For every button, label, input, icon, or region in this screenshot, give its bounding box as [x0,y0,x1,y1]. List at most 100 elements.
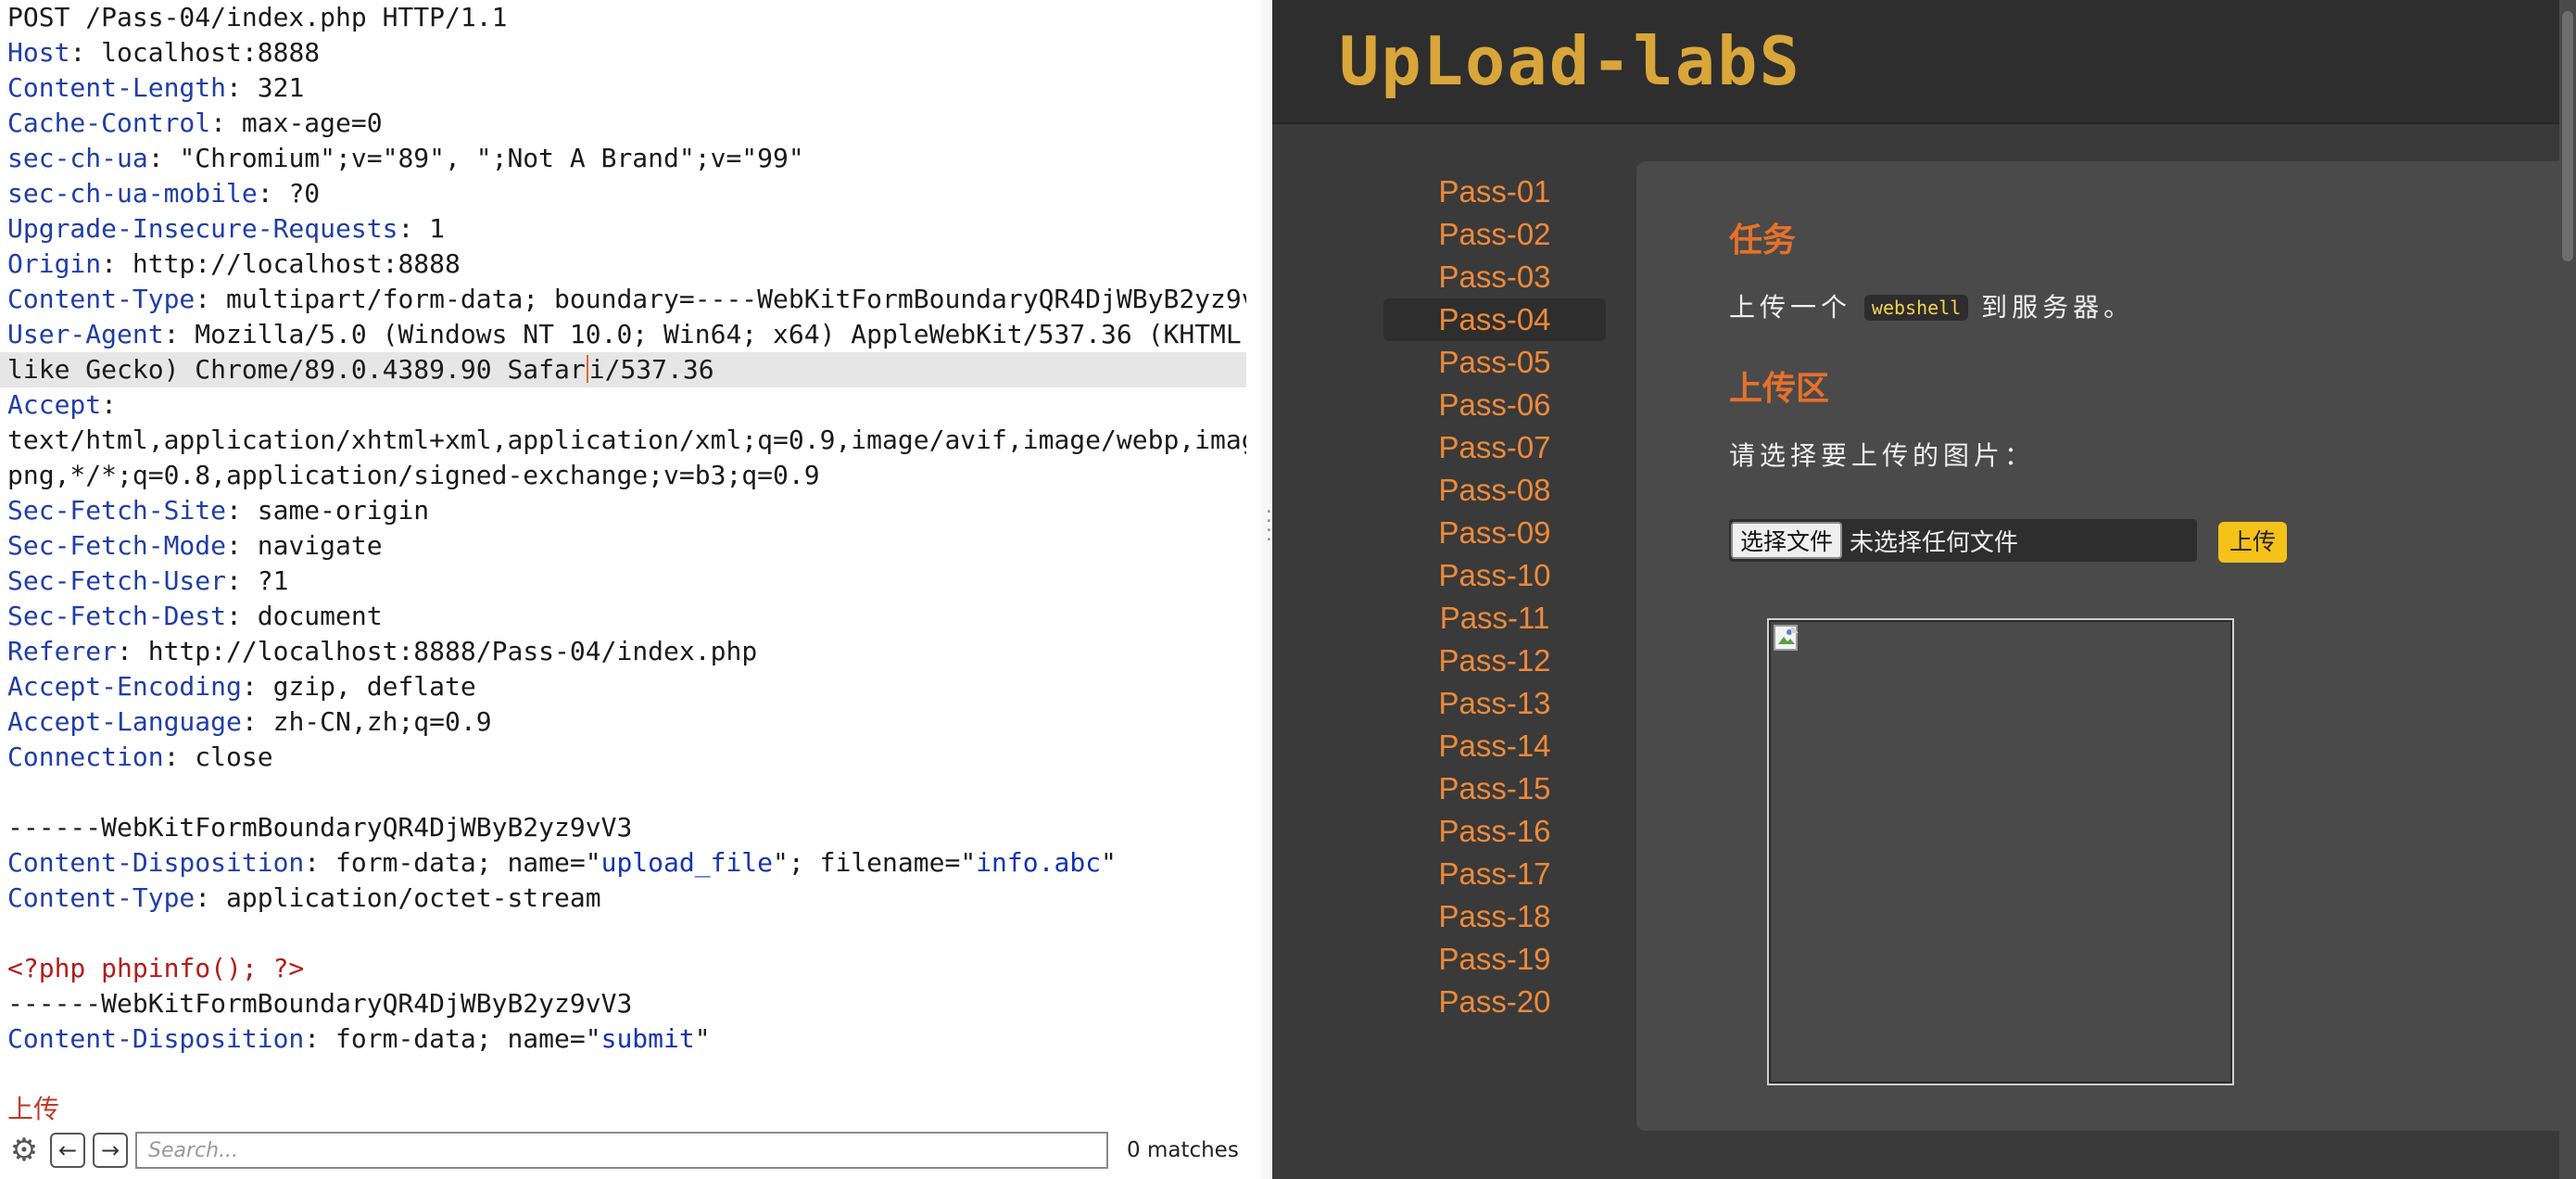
header-separator: : [257,178,289,209]
header-value: form-data; name=" [335,847,601,878]
pass-nav-item[interactable]: Pass-08 [1383,469,1606,512]
param-value: submit [600,1023,695,1054]
header-value: "; filename=" [773,847,977,878]
pass-nav-item[interactable]: Pass-11 [1383,597,1606,640]
pass-nav-item[interactable]: Pass-20 [1383,981,1606,1023]
broken-image-icon [1774,625,1799,651]
pass-nav-item[interactable]: Pass-16 [1383,810,1606,853]
header-name: Content-Disposition [7,847,305,878]
pass-nav-item[interactable]: Pass-15 [1383,767,1606,810]
line-text: POST /Pass-04/index.php HTTP/1.1 [7,2,508,32]
file-input[interactable]: 选择文件 未选择任何文件 [1729,519,2197,562]
pass-nav-item[interactable]: Pass-02 [1383,213,1606,256]
request-line[interactable]: Content-Type: multipart/form-data; bound… [0,282,1246,317]
php-payload: <?php phpinfo(); ?> [7,953,305,983]
no-file-label: 未选择任何文件 [1850,528,2019,557]
request-line[interactable]: Accept: [0,387,1246,423]
line-text: png,*/*;q=0.8,application/signed-exchang… [7,460,820,490]
request-line[interactable]: Accept-Language: zh-CN,zh;q=0.9 [0,704,1246,740]
arrow-left-icon[interactable]: ← [50,1133,85,1168]
pass-nav-item[interactable]: Pass-03 [1383,256,1606,298]
line-text: ------WebKitFormBoundaryQR4DjWByB2yz9vV3 [7,988,633,1019]
line-text: like Gecko) Chrome/89.0.4389.90 Safar [7,354,586,385]
request-line[interactable]: Host: localhost:8888 [0,35,1246,70]
pass-nav-item[interactable]: Pass-18 [1383,895,1606,938]
request-line[interactable]: Sec-Fetch-Site: same-origin [0,493,1246,528]
header-name: Sec-Fetch-User [7,565,227,596]
request-line[interactable]: Content-Disposition: form-data; name="su… [0,1021,1246,1057]
pass-nav-item[interactable]: Pass-14 [1383,725,1606,767]
pass-nav-item[interactable]: Pass-10 [1383,554,1606,597]
pass-nav-item[interactable]: Pass-19 [1383,938,1606,981]
site-logo[interactable]: UpLoad-labS [1339,22,1801,100]
header-separator: : [101,389,133,420]
request-line[interactable]: ------WebKitFormBoundaryQR4DjWByB2yz9vV3 [0,986,1246,1021]
pass-nav-item[interactable]: Pass-06 [1383,384,1606,426]
header-value: 321 [257,72,305,103]
header-separator: : [147,143,180,173]
header-separator: : [226,495,258,526]
request-line[interactable]: Sec-Fetch-Dest: document [0,599,1246,634]
request-line[interactable]: text/html,application/xhtml+xml,applicat… [0,423,1246,458]
browser-pane: UpLoad-labS Pass-01 Pass-02 Pass-03 Pass-04… [1272,0,2576,1179]
request-line[interactable]: sec-ch-ua-mobile: ?0 [0,176,1246,211]
request-line[interactable]: 上传 [0,1092,1246,1127]
request-line[interactable]: Cache-Control: max-age=0 [0,106,1246,141]
header-name: Accept [7,389,102,420]
request-line[interactable]: Content-Length: 321 [0,70,1246,106]
param-value: info.abc [976,847,1102,878]
request-editor[interactable]: POST /Pass-04/index.php HTTP/1.1 Host: lo… [0,0,1246,1124]
request-line[interactable] [0,775,1246,810]
header-value: gzip, deflate [272,671,476,702]
request-line[interactable]: <?php phpinfo(); ?> [0,951,1246,986]
header-separator: : [163,319,196,349]
request-line[interactable]: Sec-Fetch-User: ?1 [0,564,1246,599]
request-line[interactable]: Sec-Fetch-Mode: navigate [0,528,1246,564]
gear-icon[interactable]: ⚙ [6,1132,43,1169]
request-line[interactable] [0,916,1246,951]
header-value: max-age=0 [241,108,383,138]
request-line[interactable]: POST /Pass-04/index.php HTTP/1.1 [0,0,1246,35]
request-line[interactable]: Upgrade-Insecure-Requests: 1 [0,211,1246,247]
header-value: http://localhost:8888/Pass-04/index.php [147,636,758,666]
request-line[interactable]: Accept-Encoding: gzip, deflate [0,669,1246,704]
header-value: ?0 [288,178,321,209]
header-value: " [694,1023,711,1054]
request-line[interactable]: Origin: http://localhost:8888 [0,247,1246,282]
pass-nav-item[interactable]: Pass-05 [1383,341,1606,384]
request-line[interactable]: sec-ch-ua: "Chromium";v="89", ";Not A Br… [0,141,1246,176]
header-value: zh-CN,zh;q=0.9 [272,706,492,737]
pass-nav-item[interactable]: Pass-17 [1383,853,1606,895]
request-line[interactable]: png,*/*;q=0.8,application/signed-exchang… [0,458,1246,493]
pass-nav-item[interactable]: Pass-12 [1383,640,1606,682]
request-line[interactable]: like Gecko) Chrome/89.0.4389.90 Safar i/5… [0,352,1246,387]
pass-nav: Pass-01 Pass-02 Pass-03 Pass-04 Pass-05 Pass-… [1383,171,1606,1023]
arrow-right-icon[interactable]: → [93,1133,128,1168]
request-line[interactable] [0,1057,1246,1092]
browser-scrollbar[interactable] [2559,0,2576,1179]
request-line[interactable]: ------WebKitFormBoundaryQR4DjWByB2yz9vV3 [0,810,1246,845]
search-input[interactable] [135,1132,1108,1169]
pane-divider-handle[interactable]: · · · · [1261,0,1274,1179]
header-name: User-Agent [7,319,164,349]
request-line[interactable]: Connection: close [0,740,1246,775]
upload-button[interactable]: 上传 [2218,522,2288,563]
request-line[interactable]: Content-Type: application/octet-stream [0,881,1246,916]
pass-nav-item[interactable]: Pass-13 [1383,682,1606,725]
search-bar: ⚙ ← → 0 matches [0,1127,1246,1173]
pass-nav-item[interactable]: Pass-07 [1383,426,1606,469]
request-line[interactable]: Content-Disposition: form-data; name="up… [0,845,1246,881]
header-value: form-data; name=" [335,1023,601,1054]
header-value: document [257,601,383,631]
header-name: Sec-Fetch-Mode [7,530,227,561]
header-name: sec-ch-ua [7,143,148,173]
upload-title: 上传区 [1729,370,1830,408]
pass-nav-item[interactable]: Pass-09 [1383,512,1606,554]
request-line[interactable]: User-Agent: Mozilla/5.0 (Windows NT 10.0… [0,317,1246,352]
choose-file-button[interactable]: 选择文件 [1731,522,1843,559]
request-line[interactable]: Referer: http://localhost:8888/Pass-04/i… [0,634,1246,669]
pass-nav-item[interactable]: Pass-01 [1383,171,1606,213]
pass-nav-item[interactable]: Pass-04 [1383,298,1606,341]
browser-scrollbar-thumb[interactable] [2562,11,2573,261]
header-name: Referer [7,636,118,666]
